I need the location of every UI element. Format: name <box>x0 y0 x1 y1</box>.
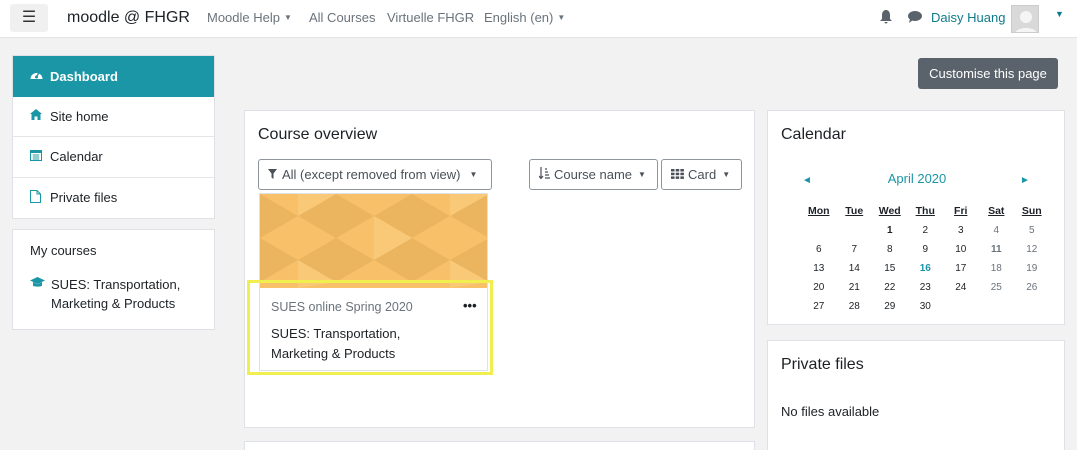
chevron-down-icon: ▼ <box>469 170 478 179</box>
calendar-day[interactable]: 17 <box>943 259 979 278</box>
calendar-day[interactable]: 27 <box>801 297 837 316</box>
weekday-header: Tue <box>845 205 864 217</box>
calendar-day[interactable]: 30 <box>908 297 944 316</box>
calendar-day[interactable]: 26 <box>1014 278 1050 297</box>
calendar-day[interactable]: 23 <box>908 278 944 297</box>
calendar-day[interactable]: 6 <box>801 240 837 259</box>
dashboard-icon <box>30 69 50 83</box>
calendar-day[interactable]: 15 <box>872 259 908 278</box>
calendar-day <box>801 221 837 240</box>
calendar-day[interactable]: 24 <box>943 278 979 297</box>
course-image[interactable] <box>260 194 487 288</box>
private-files-block: Private files No files available <box>767 340 1065 450</box>
next-month-icon[interactable]: ► <box>1020 175 1030 186</box>
notification-bell-icon[interactable] <box>880 10 892 27</box>
weekday-header: Fri <box>954 205 968 217</box>
chevron-down-icon: ▼ <box>638 170 646 179</box>
menu-all-courses[interactable]: All Courses <box>309 10 375 25</box>
course-overview-title: Course overview <box>258 126 378 143</box>
grid-icon <box>671 167 684 182</box>
customise-page-button[interactable]: Customise this page <box>918 58 1058 89</box>
calendar-day[interactable]: 20 <box>801 278 837 297</box>
calendar-icon <box>30 149 50 164</box>
calendar-grid: Mon Tue Wed Thu Fri Sat Sun 1 2 3 4 5 6 7 8 9 10 11 12 13 1… <box>801 201 1050 316</box>
weekday-header: Wed <box>878 205 901 217</box>
file-icon <box>30 189 50 206</box>
sidebar-nav: Dashboard Site home Calendar Private fil… <box>12 55 215 219</box>
calendar-day[interactable]: 22 <box>872 278 908 297</box>
sidebar-item-private-files[interactable]: Private files <box>13 178 214 219</box>
calendar-day <box>979 297 1015 316</box>
chevron-down-icon: ▼ <box>284 13 292 22</box>
my-courses-title: My courses <box>30 243 97 258</box>
calendar-day <box>943 297 979 316</box>
graduation-cap-icon <box>30 275 51 313</box>
site-brand[interactable]: moodle @ FHGR <box>67 9 190 27</box>
user-menu-chevron-icon[interactable]: ▼ <box>1055 9 1064 19</box>
calendar-day[interactable]: 29 <box>872 297 908 316</box>
calendar-day <box>837 221 873 240</box>
calendar-day[interactable]: 16 <box>908 259 944 278</box>
calendar-day[interactable]: 8 <box>872 240 908 259</box>
private-files-empty: No files available <box>781 404 880 419</box>
avatar[interactable] <box>1011 5 1039 33</box>
view-dropdown[interactable]: Card ▼ <box>661 159 742 190</box>
my-courses-block: My courses SUES: Transportation, Marketi… <box>12 229 215 330</box>
weekday-header: Thu <box>915 205 935 217</box>
calendar-day[interactable]: 19 <box>1014 259 1050 278</box>
calendar-day[interactable]: 21 <box>837 278 873 297</box>
user-name[interactable]: Daisy Huang <box>931 10 1005 25</box>
sort-icon <box>538 167 550 182</box>
chevron-down-icon: ▼ <box>722 170 731 179</box>
my-course-item[interactable]: SUES: Transportation, Marketing & Produc… <box>30 275 197 313</box>
next-block <box>244 441 755 450</box>
prev-month-icon[interactable]: ◄ <box>802 175 812 186</box>
calendar-block: Calendar April 2020 ◄ ► Mon Tue Wed Thu Fri S… <box>767 110 1065 325</box>
highlight-box <box>247 280 493 375</box>
menu-virtuelle-fhgr[interactable]: Virtuelle FHGR <box>387 10 474 25</box>
private-files-title: Private files <box>781 356 864 373</box>
menu-moodle-help[interactable]: Moodle Help ▼ <box>207 10 292 25</box>
course-filter-dropdown[interactable]: All (except removed from view) ▼ <box>258 159 492 190</box>
calendar-day[interactable]: 12 <box>1014 240 1050 259</box>
filter-icon <box>268 167 277 182</box>
sidebar-item-site-home[interactable]: Site home <box>13 97 214 137</box>
weekday-header: Mon <box>807 205 830 217</box>
calendar-day[interactable]: 10 <box>943 240 979 259</box>
calendar-day[interactable]: 2 <box>908 221 944 240</box>
home-icon <box>30 109 50 123</box>
course-overview-block: Course overview All (except removed from… <box>244 110 755 428</box>
calendar-day[interactable]: 4 <box>979 221 1015 240</box>
hamburger-icon[interactable]: ☰ <box>10 4 48 32</box>
weekday-header: Sun <box>1021 205 1042 217</box>
calendar-day[interactable]: 18 <box>979 259 1015 278</box>
calendar-day[interactable]: 5 <box>1014 221 1050 240</box>
sidebar-item-dashboard[interactable]: Dashboard <box>13 56 214 97</box>
messages-icon[interactable] <box>908 11 922 26</box>
calendar-day[interactable]: 9 <box>908 240 944 259</box>
calendar-day[interactable]: 7 <box>837 240 873 259</box>
weekday-header: Sat <box>988 205 1005 217</box>
calendar-day[interactable]: 14 <box>837 259 873 278</box>
calendar-title: Calendar <box>781 126 846 143</box>
sidebar-item-calendar[interactable]: Calendar <box>13 137 214 178</box>
calendar-day <box>1014 297 1050 316</box>
calendar-day[interactable]: 25 <box>979 278 1015 297</box>
calendar-day[interactable]: 3 <box>943 221 979 240</box>
sort-dropdown[interactable]: Course name ▼ <box>529 159 658 190</box>
calendar-day[interactable]: 13 <box>801 259 837 278</box>
calendar-day[interactable]: 11 <box>979 240 1015 259</box>
calendar-day[interactable]: 28 <box>837 297 873 316</box>
top-navbar: ☰ moodle @ FHGR Moodle Help ▼ All Courses… <box>0 0 1077 38</box>
chevron-down-icon: ▼ <box>557 13 566 22</box>
menu-language[interactable]: English (en) ▼ <box>484 10 565 25</box>
calendar-day[interactable]: 1 <box>872 221 908 240</box>
